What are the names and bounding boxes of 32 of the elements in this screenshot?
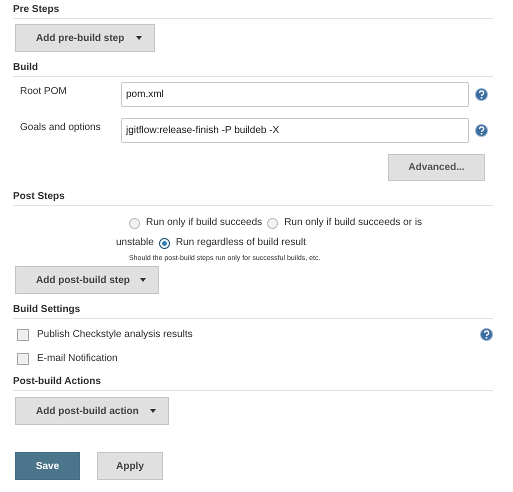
radio-button[interactable] (129, 218, 140, 228)
radio-label[interactable]: unstable (116, 233, 154, 253)
section-heading: Build Settings (13, 303, 82, 316)
help-icon[interactable] (475, 88, 488, 101)
caret-icon (150, 409, 156, 413)
field-label: Goals and options (19, 121, 102, 135)
advanced-button[interactable]: Advanced... (388, 154, 485, 181)
caret-icon (140, 278, 146, 282)
checkbox-label[interactable]: Publish Checkstyle analysis results (37, 327, 480, 342)
help-icon[interactable] (480, 328, 493, 341)
section-heading: Post Steps (13, 190, 66, 203)
dropdown-button[interactable]: Add pre-build step (15, 24, 155, 52)
radio-label[interactable]: Run only if build succeeds or is (284, 213, 422, 233)
checkbox-label[interactable]: E-mail Notification (37, 351, 493, 366)
help-icon[interactable] (475, 124, 488, 137)
radio-button[interactable] (158, 238, 170, 248)
apply-button[interactable]: Apply (97, 452, 163, 480)
radio-label[interactable]: Run regardless of build result (176, 233, 306, 253)
dropdown-button[interactable]: Add post-build action (15, 397, 169, 425)
caret-icon (136, 36, 142, 40)
section-heading: Pre Steps (13, 3, 60, 16)
dropdown-button[interactable]: Add post-build step (15, 266, 159, 294)
text-input[interactable]: pom.xml (121, 82, 469, 107)
text-input[interactable]: jgitflow:release-finish -P buildeb -X (121, 118, 469, 143)
save-button[interactable]: Save (15, 452, 80, 480)
radio-label[interactable]: Run only if build succeeds (146, 213, 262, 233)
section-heading: Build (13, 61, 39, 74)
radio-button[interactable] (267, 218, 278, 228)
section-heading: Post-build Actions (13, 375, 102, 388)
field-label: Root POM (19, 85, 68, 99)
checkbox[interactable] (17, 352, 29, 364)
checkbox[interactable] (17, 328, 29, 340)
